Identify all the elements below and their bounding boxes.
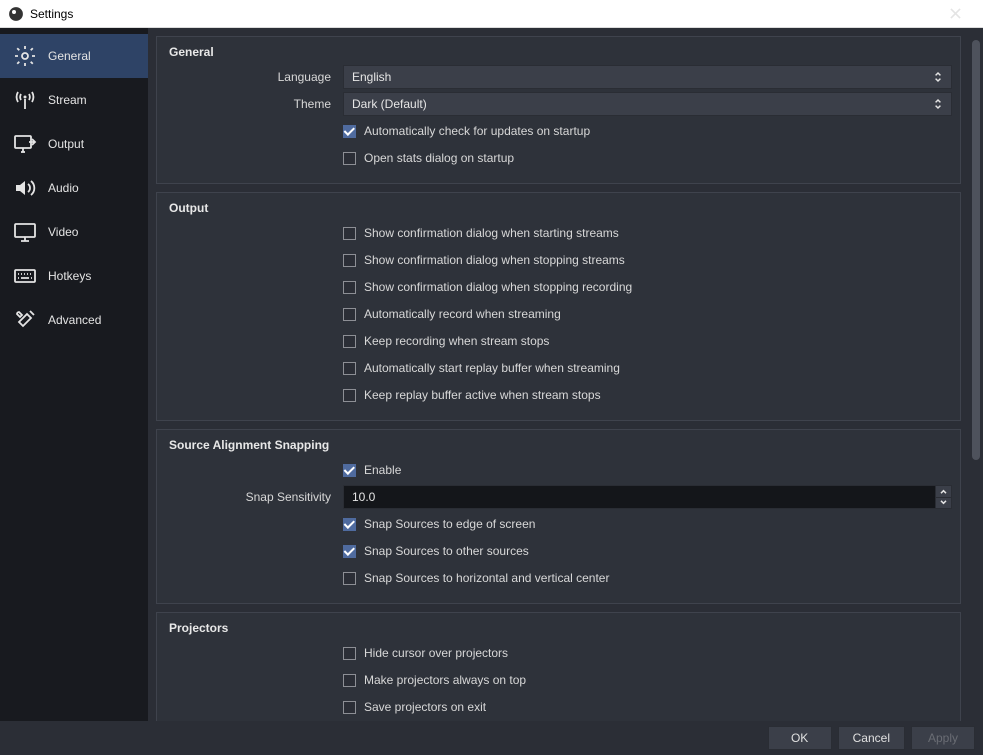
gear-icon: [12, 43, 38, 69]
sidebar-item-stream[interactable]: Stream: [0, 78, 148, 122]
speaker-icon: [12, 175, 38, 201]
checkbox-label: Show confirmation dialog when stopping s…: [364, 253, 625, 267]
keep-replay-buffer-checkbox[interactable]: Keep replay buffer active when stream st…: [343, 388, 601, 402]
checkbox-label: Hide cursor over projectors: [364, 646, 508, 660]
auto-record-checkbox[interactable]: Automatically record when streaming: [343, 307, 561, 321]
keep-recording-checkbox[interactable]: Keep recording when stream stops: [343, 334, 549, 348]
sidebar-item-label: Audio: [48, 181, 79, 195]
group-output: Output Show confirmation dialog when sta…: [156, 192, 961, 421]
spin-value: 10.0: [352, 490, 375, 504]
keyboard-icon: [12, 263, 38, 289]
save-projectors-checkbox[interactable]: Save projectors on exit: [343, 700, 486, 714]
checkbox-label: Show confirmation dialog when starting s…: [364, 226, 619, 240]
snap-sensitivity-label: Snap Sensitivity: [165, 490, 343, 504]
sidebar-item-audio[interactable]: Audio: [0, 166, 148, 210]
language-select[interactable]: English: [343, 65, 952, 89]
checkbox-label: Make projectors always on top: [364, 673, 526, 687]
checkbox-label: Keep replay buffer active when stream st…: [364, 388, 601, 402]
spin-up-button[interactable]: [935, 486, 951, 497]
sidebar-item-label: Video: [48, 225, 78, 239]
chevron-updown-icon: [931, 93, 945, 115]
scrollbar-thumb[interactable]: [972, 40, 980, 460]
ok-button[interactable]: OK: [768, 726, 832, 750]
group-title: Projectors: [165, 621, 952, 635]
checkbox-label: Keep recording when stream stops: [364, 334, 549, 348]
output-icon: [12, 131, 38, 157]
confirm-stop-stream-checkbox[interactable]: Show confirmation dialog when stopping s…: [343, 253, 625, 267]
sidebar-item-hotkeys[interactable]: Hotkeys: [0, 254, 148, 298]
checkbox-label: Snap Sources to horizontal and vertical …: [364, 571, 609, 585]
checkbox-label: Automatically check for updates on start…: [364, 124, 590, 138]
cancel-button[interactable]: Cancel: [838, 726, 905, 750]
group-title: Output: [165, 201, 952, 215]
group-title: Source Alignment Snapping: [165, 438, 952, 452]
sidebar-item-label: Output: [48, 137, 84, 151]
close-button[interactable]: [935, 0, 975, 28]
spin-down-button[interactable]: [935, 497, 951, 509]
always-on-top-checkbox[interactable]: Make projectors always on top: [343, 673, 526, 687]
checkbox-label: Automatically record when streaming: [364, 307, 561, 321]
confirm-start-stream-checkbox[interactable]: Show confirmation dialog when starting s…: [343, 226, 619, 240]
sidebar-item-video[interactable]: Video: [0, 210, 148, 254]
snap-sensitivity-input[interactable]: 10.0: [343, 485, 952, 509]
group-general: General Language English Theme Dark (Def…: [156, 36, 961, 184]
checkbox-label: Save projectors on exit: [364, 700, 486, 714]
scrollbar[interactable]: [969, 28, 983, 721]
apply-button[interactable]: Apply: [911, 726, 975, 750]
monitor-icon: [12, 219, 38, 245]
select-value: English: [352, 70, 391, 84]
group-snapping: Source Alignment Snapping Enable Snap Se…: [156, 429, 961, 604]
sidebar: General Stream Output Audio Video: [0, 28, 148, 721]
sidebar-item-label: Advanced: [48, 313, 101, 327]
theme-select[interactable]: Dark (Default): [343, 92, 952, 116]
tools-icon: [12, 307, 38, 333]
select-value: Dark (Default): [352, 97, 427, 111]
hide-cursor-checkbox[interactable]: Hide cursor over projectors: [343, 646, 508, 660]
sidebar-item-general[interactable]: General: [0, 34, 148, 78]
settings-content: General Language English Theme Dark (Def…: [148, 28, 969, 721]
group-projectors: Projectors Hide cursor over projectors M…: [156, 612, 961, 721]
window-title: Settings: [30, 7, 935, 21]
snapping-enable-checkbox[interactable]: Enable: [343, 463, 401, 477]
titlebar: Settings: [0, 0, 983, 28]
checkbox-label: Snap Sources to edge of screen: [364, 517, 535, 531]
theme-label: Theme: [165, 97, 343, 111]
check-updates-checkbox[interactable]: Automatically check for updates on start…: [343, 124, 590, 138]
sidebar-item-label: Hotkeys: [48, 269, 91, 283]
checkbox-label: Automatically start replay buffer when s…: [364, 361, 620, 375]
snap-sources-checkbox[interactable]: Snap Sources to other sources: [343, 544, 529, 558]
checkbox-label: Show confirmation dialog when stopping r…: [364, 280, 632, 294]
snap-edge-checkbox[interactable]: Snap Sources to edge of screen: [343, 517, 535, 531]
checkbox-label: Snap Sources to other sources: [364, 544, 529, 558]
sidebar-item-label: General: [48, 49, 91, 63]
checkbox-label: Open stats dialog on startup: [364, 151, 514, 165]
sidebar-item-advanced[interactable]: Advanced: [0, 298, 148, 342]
auto-replay-buffer-checkbox[interactable]: Automatically start replay buffer when s…: [343, 361, 620, 375]
checkbox-label: Enable: [364, 463, 401, 477]
open-stats-checkbox[interactable]: Open stats dialog on startup: [343, 151, 514, 165]
sidebar-item-label: Stream: [48, 93, 87, 107]
group-title: General: [165, 45, 952, 59]
language-label: Language: [165, 70, 343, 84]
confirm-stop-recording-checkbox[interactable]: Show confirmation dialog when stopping r…: [343, 280, 632, 294]
snap-center-checkbox[interactable]: Snap Sources to horizontal and vertical …: [343, 571, 609, 585]
chevron-updown-icon: [931, 66, 945, 88]
app-icon: [8, 6, 24, 22]
broadcast-icon: [12, 87, 38, 113]
sidebar-item-output[interactable]: Output: [0, 122, 148, 166]
footer: OK Cancel Apply: [0, 721, 983, 755]
